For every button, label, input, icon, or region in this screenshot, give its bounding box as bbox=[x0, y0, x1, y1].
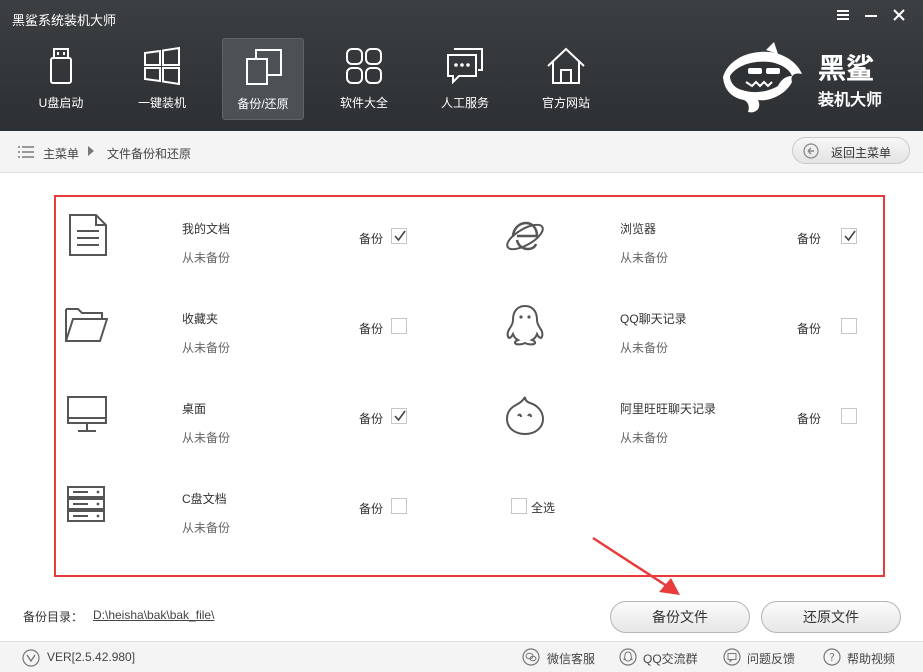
backup-label: 备份 bbox=[797, 322, 822, 336]
apps-grid-icon bbox=[346, 48, 382, 84]
breadcrumb-current: 文件备份和还原 bbox=[107, 147, 192, 161]
close-icon[interactable] bbox=[890, 8, 908, 26]
restore-files-button[interactable]: 还原文件 bbox=[761, 601, 901, 633]
windows-icon bbox=[144, 46, 180, 86]
item-name: 浏览器 bbox=[620, 222, 657, 236]
backup-files-button[interactable]: 备份文件 bbox=[610, 601, 750, 633]
backup-label: 备份 bbox=[797, 412, 822, 426]
footer-link-wechat-support[interactable]: 微信客服 bbox=[547, 650, 595, 667]
folder-icon bbox=[65, 308, 108, 342]
nav-usb-boot[interactable]: U盘启动 bbox=[20, 38, 102, 120]
qq-icon bbox=[619, 648, 637, 666]
item-name: 收藏夹 bbox=[182, 312, 219, 326]
backup-checkbox-favorites[interactable] bbox=[391, 318, 407, 334]
annotation-arrow bbox=[592, 536, 680, 595]
version-icon bbox=[22, 649, 40, 667]
monitor-icon bbox=[67, 396, 107, 432]
svg-text:?: ? bbox=[829, 651, 835, 664]
usb-drive-icon bbox=[50, 48, 72, 84]
item-name: 桌面 bbox=[182, 402, 207, 416]
document-icon bbox=[69, 214, 107, 256]
backup-dir-label: 备份目录： bbox=[23, 610, 84, 624]
item-status: 从未备份 bbox=[182, 521, 231, 535]
backup-restore-icon bbox=[246, 49, 282, 85]
backup-label: 备份 bbox=[797, 232, 822, 246]
nav-label: 软件大全 bbox=[339, 96, 388, 110]
breadcrumb: 主菜单 文件备份和还原 bbox=[0, 131, 923, 173]
select-all-label[interactable]: 全选 bbox=[531, 499, 555, 516]
home-icon bbox=[547, 47, 585, 84]
nav-label: 官方网站 bbox=[541, 96, 590, 110]
backup-checkbox-desktop[interactable] bbox=[391, 408, 407, 424]
backup-label: 备份 bbox=[359, 412, 384, 426]
backup-checkbox-browser[interactable] bbox=[841, 228, 857, 244]
minimize-icon[interactable] bbox=[862, 8, 880, 26]
wangwang-icon bbox=[505, 396, 545, 436]
nav-backup-restore[interactable]: 备份/还原 bbox=[222, 38, 304, 120]
backup-checkbox-wangwang-chat[interactable] bbox=[841, 408, 857, 424]
nav-manual-service[interactable]: 人工服务 bbox=[424, 38, 506, 120]
back-button-label: 返回主菜单 bbox=[831, 146, 892, 160]
nav-label: 备份/还原 bbox=[237, 97, 289, 111]
backup-items-panel bbox=[54, 195, 885, 577]
list-icon bbox=[18, 146, 34, 158]
footer-link-qq-group[interactable]: QQ交流群 bbox=[643, 650, 698, 667]
backup-label: 备份 bbox=[359, 322, 384, 336]
chat-bubble-icon bbox=[447, 48, 483, 85]
footer-link-help-video[interactable]: 帮助视频 bbox=[847, 650, 895, 667]
item-name: 阿里旺旺聊天记录 bbox=[620, 402, 717, 416]
backup-dir-path-link[interactable]: D:\heisha\bak\bak_file\ bbox=[93, 608, 214, 622]
back-to-main-button[interactable]: 返回主菜单 bbox=[792, 137, 910, 164]
logo-text-sub: 装机大师 bbox=[817, 90, 882, 109]
menu-icon[interactable] bbox=[834, 8, 852, 26]
item-name: 我的文档 bbox=[182, 222, 231, 236]
footer-link-feedback[interactable]: 问题反馈 bbox=[747, 650, 795, 667]
nav-software[interactable]: 软件大全 bbox=[323, 38, 405, 120]
breadcrumb-home[interactable]: 主菜单 bbox=[43, 145, 79, 162]
item-status: 从未备份 bbox=[620, 341, 669, 355]
backup-checkbox-c-drive-docs[interactable] bbox=[391, 498, 407, 514]
feedback-icon bbox=[723, 648, 741, 666]
ie-browser-icon bbox=[506, 221, 544, 251]
select-all-checkbox[interactable] bbox=[511, 498, 527, 514]
item-status: 从未备份 bbox=[182, 431, 231, 445]
breadcrumb-separator-icon bbox=[88, 146, 94, 156]
item-status: 从未备份 bbox=[182, 341, 231, 355]
logo-text-main: 黑鲨 bbox=[818, 52, 874, 85]
heisha-logo: 黑鲨 装机大师 bbox=[723, 42, 882, 113]
qq-penguin-icon bbox=[506, 304, 544, 346]
server-disk-icon bbox=[67, 486, 105, 522]
backup-checkbox-qq-chat[interactable] bbox=[841, 318, 857, 334]
nav-one-click-install[interactable]: 一键装机 bbox=[121, 38, 203, 120]
nav-label: U盘启动 bbox=[38, 96, 84, 110]
version-text: VER[2.5.42.980] bbox=[47, 650, 136, 664]
item-status: 从未备份 bbox=[182, 251, 231, 265]
title-bar: 黑鲨系统装机大师 U盘启动 一键装机 备份/还原 软件大全 人工服务 官方网站 … bbox=[0, 0, 923, 131]
nav-official-site[interactable]: 官方网站 bbox=[525, 38, 607, 120]
backup-checkbox-my-documents[interactable] bbox=[391, 228, 407, 244]
status-bar: VER[2.5.42.980] 微信客服 QQ交流群 问题反馈 ? 帮助视频 bbox=[0, 641, 923, 672]
return-arrow-icon bbox=[803, 143, 819, 159]
item-name: QQ聊天记录 bbox=[620, 312, 687, 326]
nav-label: 一键装机 bbox=[137, 96, 186, 110]
wechat-icon bbox=[522, 648, 540, 666]
app-title: 黑鲨系统装机大师 bbox=[12, 13, 117, 28]
backup-label: 备份 bbox=[359, 502, 384, 516]
main-nav: U盘启动 一键装机 备份/还原 软件大全 人工服务 官方网站 bbox=[20, 38, 626, 120]
backup-label: 备份 bbox=[359, 232, 384, 246]
item-status: 从未备份 bbox=[620, 251, 669, 265]
nav-label: 人工服务 bbox=[440, 96, 489, 110]
item-name: C盘文档 bbox=[182, 492, 227, 506]
item-status: 从未备份 bbox=[620, 431, 669, 445]
help-icon: ? bbox=[823, 648, 841, 666]
